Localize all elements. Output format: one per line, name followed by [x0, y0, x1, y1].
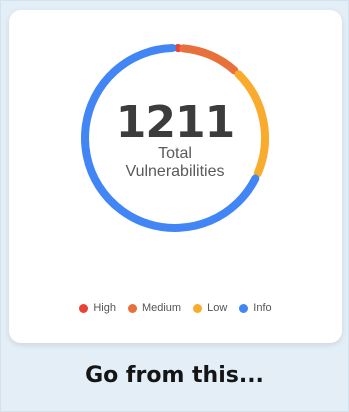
- legend-label-high: High: [93, 302, 116, 314]
- legend-label-info: Info: [253, 302, 272, 314]
- vulnerability-donut-chart: [81, 44, 269, 232]
- legend-label-low: Low: [207, 302, 228, 314]
- legend-item-low: Low: [193, 302, 227, 314]
- caption-text: Go from this...: [85, 363, 264, 388]
- legend-item-high: High: [79, 302, 116, 314]
- legend-dot-high: [79, 303, 89, 313]
- chart-legend: High Medium Low Info: [9, 302, 342, 314]
- graphic-frame: 1211 Total Vulnerabilities High Medium L…: [0, 0, 349, 412]
- legend-dot-info: [239, 303, 249, 313]
- legend-label-medium: Medium: [141, 302, 182, 314]
- donut-segment-medium: [179, 44, 239, 75]
- legend-item-info: Info: [239, 302, 272, 314]
- legend-item-medium: Medium: [127, 302, 182, 314]
- legend-dot-low: [193, 303, 203, 313]
- vulnerability-summary-card: 1211 Total Vulnerabilities High Medium L…: [9, 10, 342, 343]
- donut-segment-low: [234, 70, 269, 178]
- legend-dot-medium: [127, 303, 137, 313]
- donut-segment-info: [81, 44, 260, 232]
